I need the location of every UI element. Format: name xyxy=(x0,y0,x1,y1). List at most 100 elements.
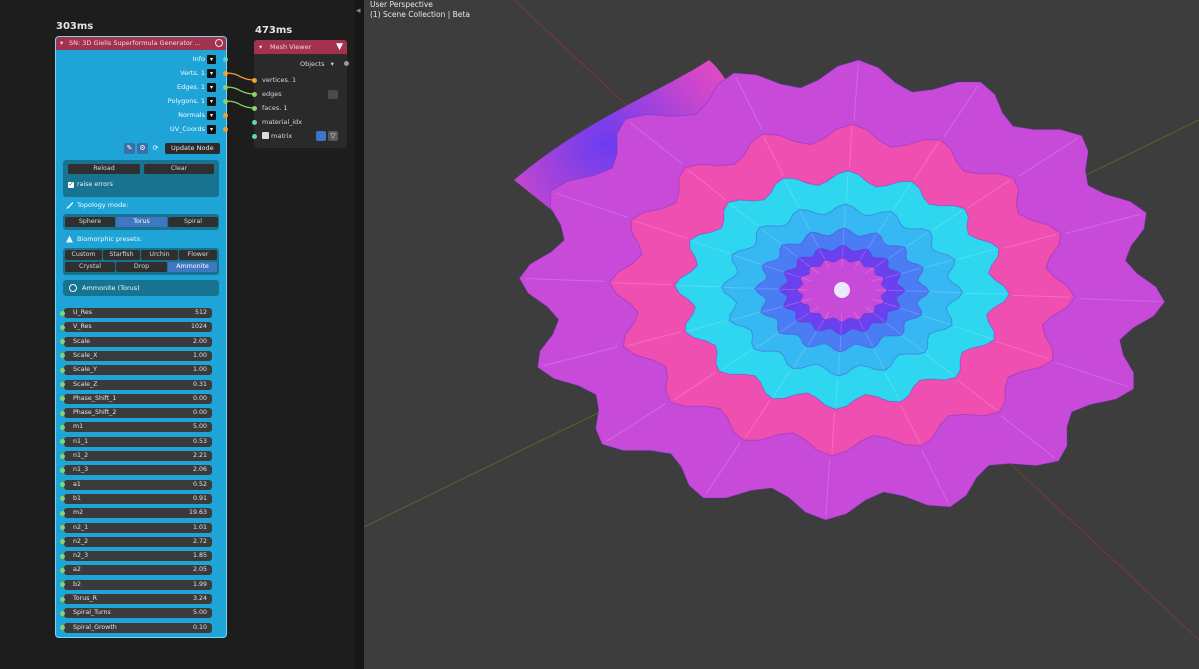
param-socket[interactable] xyxy=(60,339,65,345)
dropdown-arrow-icon[interactable]: ▾ xyxy=(207,83,216,92)
reload-button[interactable]: Reload xyxy=(68,164,140,174)
param-row[interactable]: Scale_Z 0.31 xyxy=(60,379,212,390)
edges-toggle[interactable] xyxy=(328,90,338,99)
param-row[interactable]: n2_2 2.72 xyxy=(60,536,212,547)
param-row[interactable]: Torus_R 3.24 xyxy=(60,594,212,604)
gear-icon[interactable] xyxy=(215,39,223,47)
param-socket[interactable] xyxy=(60,596,65,602)
sn-node-header[interactable]: ▾ SN: 3D Gielis Superformula Generator .… xyxy=(56,37,226,50)
mesh-viewer-node[interactable]: ▾ Mesh Viewer ▼ Objects ▾ vertices. 1 ed… xyxy=(252,40,349,148)
preset-urchin[interactable]: Urchin xyxy=(141,250,178,260)
param-row[interactable]: m1 5.00 xyxy=(60,422,212,433)
param-socket[interactable] xyxy=(60,424,65,430)
dropdown-arrow-icon[interactable]: ▾ xyxy=(207,97,216,106)
param-row[interactable]: V_Res 1024 xyxy=(60,322,212,333)
param-socket[interactable] xyxy=(60,410,65,416)
dropdown-arrow-icon[interactable]: ▾ xyxy=(207,69,216,78)
socket-verts[interactable] xyxy=(223,71,228,76)
param-socket[interactable] xyxy=(60,310,65,316)
param-socket[interactable] xyxy=(60,324,65,330)
preset-starfish[interactable]: Starfish xyxy=(103,250,140,260)
param-row[interactable]: n2_1 1.01 xyxy=(60,522,212,533)
dropdown-arrow-icon[interactable]: ▾ xyxy=(207,55,216,64)
preset-drop[interactable]: Drop xyxy=(116,262,167,272)
param-row[interactable]: Phase_Shift_1 0.00 xyxy=(60,393,212,404)
socket-vertices[interactable] xyxy=(252,78,257,83)
viewer-icon[interactable]: ▽ xyxy=(328,131,338,141)
raise-errors-checkbox[interactable]: ✓ raise errors xyxy=(68,181,113,188)
param-socket[interactable] xyxy=(60,539,65,545)
output-normals[interactable]: Normals ▾ xyxy=(178,110,216,121)
topology-spiral[interactable]: Spiral xyxy=(168,217,218,227)
param-row[interactable]: Scale 2.00 xyxy=(60,336,212,347)
output-edges[interactable]: Edges. 1 ▾ xyxy=(177,82,216,93)
preset-flower[interactable]: Flower xyxy=(179,250,217,260)
script-icon[interactable]: ✎ xyxy=(124,143,135,154)
dropdown-arrow-icon[interactable]: ▾ xyxy=(207,125,216,134)
param-socket[interactable] xyxy=(60,396,65,402)
param-socket[interactable] xyxy=(60,367,65,373)
preset-crystal[interactable]: Crystal xyxy=(65,262,115,272)
param-socket[interactable] xyxy=(60,625,65,631)
socket-matrix[interactable] xyxy=(252,134,257,139)
dropdown-arrow-icon[interactable]: ▾ xyxy=(331,60,334,68)
param-socket[interactable] xyxy=(60,496,65,502)
param-row[interactable]: n2_3 1.85 xyxy=(60,551,212,562)
expand-arrow-icon[interactable]: ◂ xyxy=(356,6,361,16)
3d-viewport[interactable]: User Perspective (1) Scene Collection | … xyxy=(364,0,1199,669)
param-row[interactable]: b1 0.91 xyxy=(60,493,212,504)
param-row[interactable]: n1_3 2.06 xyxy=(60,465,212,476)
topology-torus[interactable]: Torus xyxy=(116,217,167,227)
param-row[interactable]: n1_2 2.21 xyxy=(60,451,212,461)
collapse-arrow-icon[interactable]: ▾ xyxy=(60,37,63,50)
socket-info[interactable] xyxy=(223,57,228,62)
socket-normals[interactable] xyxy=(223,113,228,118)
param-row[interactable]: Scale_X 1.00 xyxy=(60,350,212,361)
socket-polygons[interactable] xyxy=(223,99,228,104)
output-uv-coords[interactable]: UV_Coords ▾ xyxy=(170,124,216,135)
output-polygons[interactable]: Polygons. 1 ▾ xyxy=(168,96,216,107)
param-row[interactable]: a2 2.05 xyxy=(60,565,212,576)
wrench-icon[interactable]: ⚙ xyxy=(137,143,148,154)
area-divider[interactable]: ◂ xyxy=(355,0,364,669)
matrix-toggle[interactable] xyxy=(316,131,326,141)
param-socket[interactable] xyxy=(60,582,65,588)
param-socket[interactable] xyxy=(60,525,65,530)
viewer-icon[interactable]: ▼ xyxy=(336,42,343,52)
param-socket[interactable] xyxy=(60,510,65,516)
socket-edges[interactable] xyxy=(223,85,228,90)
param-socket[interactable] xyxy=(60,482,65,488)
socket-objects[interactable] xyxy=(344,61,349,66)
update-node-button[interactable]: Update Node xyxy=(165,143,220,154)
superformula-node[interactable]: ▾ SN: 3D Gielis Superformula Generator .… xyxy=(55,36,228,638)
clear-button[interactable]: Clear xyxy=(144,164,214,174)
param-row[interactable]: Spiral_Growth 0.10 xyxy=(60,622,212,633)
param-socket[interactable] xyxy=(60,610,65,616)
mv-node-header[interactable]: ▾ Mesh Viewer ▼ xyxy=(254,40,347,54)
param-row[interactable]: m2 19.63 xyxy=(60,508,212,519)
param-socket[interactable] xyxy=(60,467,65,473)
refresh-icon[interactable]: ⟳ xyxy=(150,143,161,154)
socket-edges-in[interactable] xyxy=(252,92,257,97)
param-socket[interactable] xyxy=(60,453,65,459)
param-row[interactable]: Spiral_Turns 5.00 xyxy=(60,608,212,619)
socket-material-idx[interactable] xyxy=(252,120,257,125)
collapse-arrow-icon[interactable]: ▾ xyxy=(259,40,262,54)
socket-uv-coords[interactable] xyxy=(223,127,228,132)
param-row[interactable]: n1_1 0.53 xyxy=(60,436,212,447)
param-row[interactable]: a1 0.52 xyxy=(60,479,212,490)
param-row[interactable]: U_Res 512 xyxy=(60,308,212,318)
objects-dropdown[interactable]: Objects ▾ xyxy=(300,59,334,69)
socket-faces[interactable] xyxy=(252,106,257,111)
node-editor[interactable]: 303ms 473ms ▾ SN: 3D Gielis Superformula… xyxy=(0,0,355,669)
dropdown-arrow-icon[interactable]: ▾ xyxy=(207,111,216,120)
param-row[interactable]: Scale_Y 1.00 xyxy=(60,365,212,376)
topology-sphere[interactable]: Sphere xyxy=(65,217,115,227)
checkbox-icon[interactable]: ✓ xyxy=(68,181,74,188)
param-socket[interactable] xyxy=(60,382,65,387)
output-verts[interactable]: Verts. 1 ▾ xyxy=(180,68,216,79)
param-socket[interactable] xyxy=(60,353,65,359)
param-socket[interactable] xyxy=(60,567,65,573)
param-socket[interactable] xyxy=(60,439,65,445)
output-info[interactable]: Info ▾ xyxy=(193,54,216,65)
